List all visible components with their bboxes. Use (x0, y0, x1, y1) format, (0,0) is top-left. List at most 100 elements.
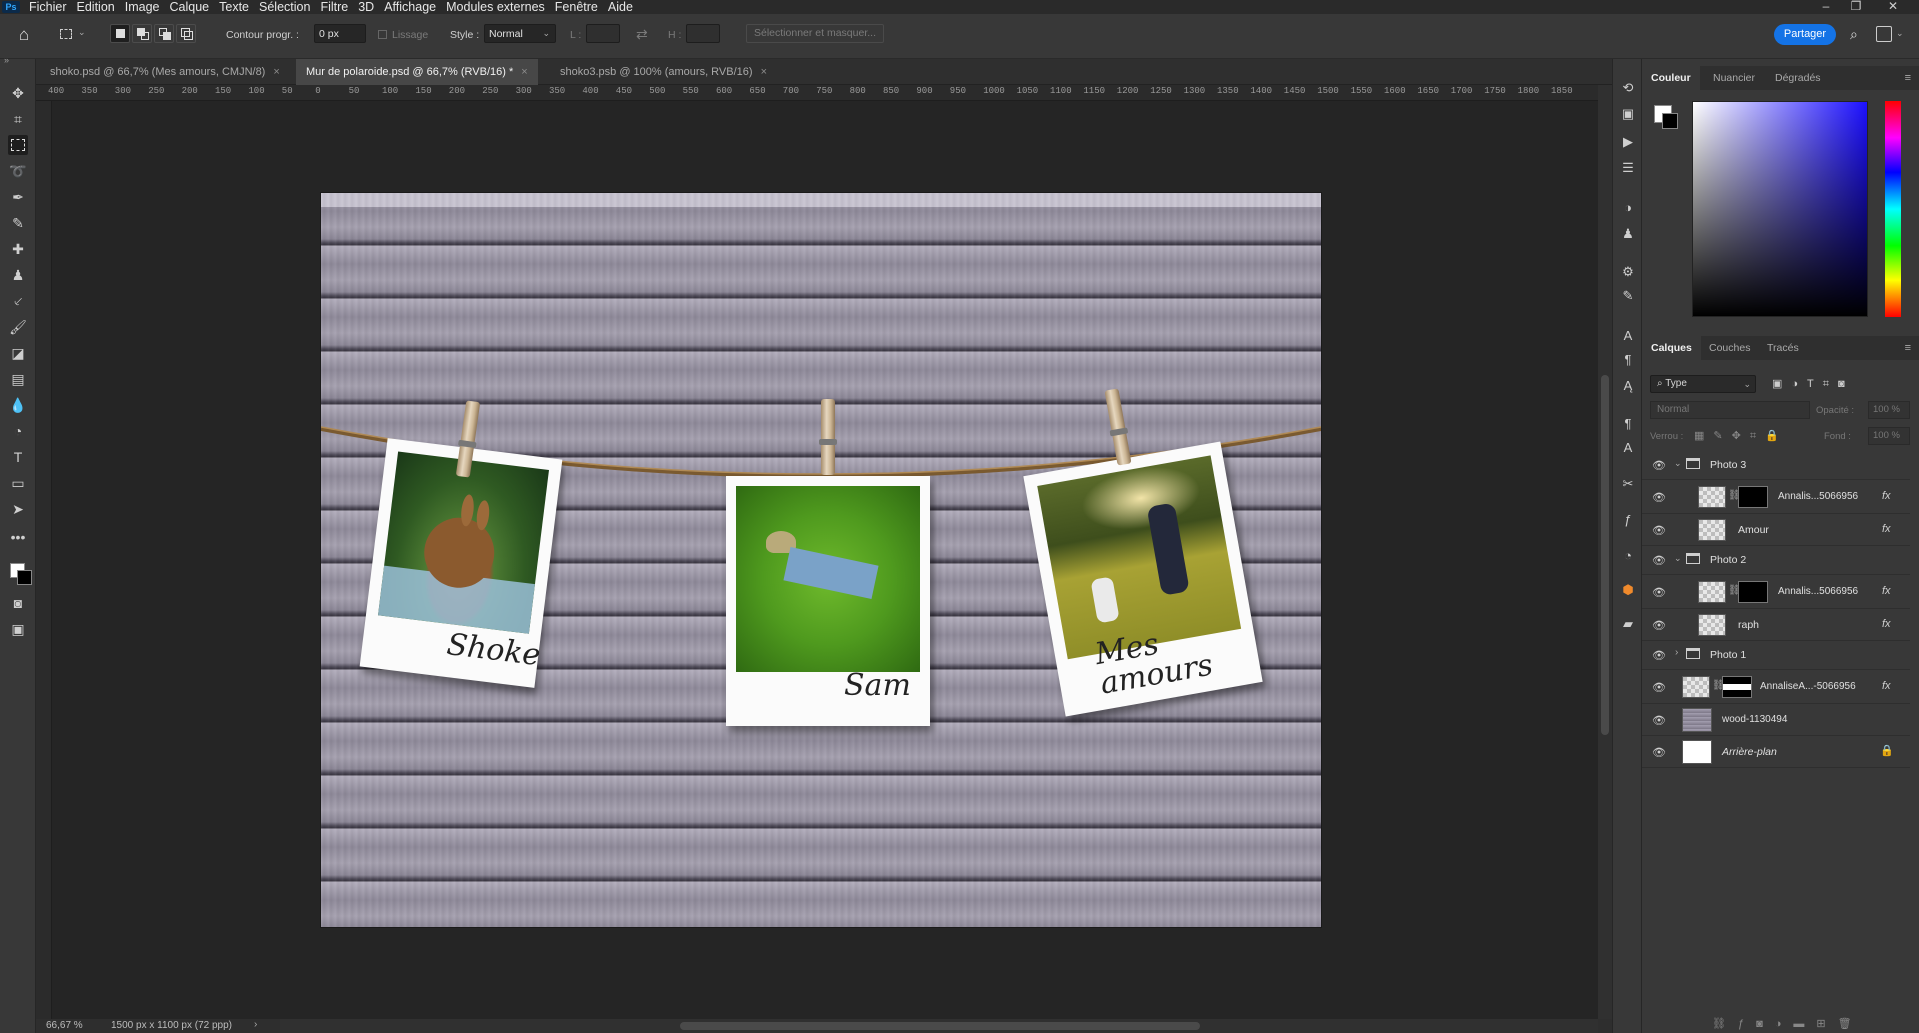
dodge-tool-icon[interactable]: ◔ (8, 421, 28, 441)
select-and-mask-button[interactable]: Sélectionner et masquer... (746, 24, 884, 43)
fill-input[interactable]: 100 % (1868, 427, 1910, 445)
bg-color-swatch[interactable] (1662, 113, 1678, 129)
menu-filtre[interactable]: Filtre (315, 0, 353, 14)
layer-filter-select[interactable]: ⌕ Type ⌄ (1650, 375, 1756, 393)
styles-fx-icon[interactable]: ƒ (1619, 511, 1637, 529)
brushes-icon[interactable]: ✎ (1619, 287, 1637, 305)
layer-row[interactable]: 👁 › Photo 1 (1642, 641, 1910, 670)
chevron-right-icon[interactable]: › (1675, 647, 1678, 658)
layer-row[interactable]: 👁 Amour fx (1642, 514, 1910, 546)
layer-mask-thumbnail[interactable] (1738, 486, 1768, 508)
fx-icon[interactable]: fx (1882, 618, 1891, 630)
layer-row[interactable]: 👁 ⌄ Photo 2 (1642, 546, 1910, 575)
search-icon[interactable]: ⌕ (1850, 26, 1866, 42)
close-window-icon[interactable]: ✕ (1882, 0, 1904, 14)
text-tool-icon[interactable]: T (8, 447, 28, 467)
chevron-down-icon[interactable]: ⌄ (1674, 458, 1682, 469)
eye-icon[interactable]: 👁 (1652, 649, 1666, 662)
healing-brush-icon[interactable]: ✚ (8, 239, 28, 259)
vertical-scrollbar[interactable] (1598, 85, 1612, 1019)
menu-affichage[interactable]: Affichage (379, 0, 441, 14)
menu-image[interactable]: Image (120, 0, 165, 14)
tab-mur-de-polaroide[interactable]: Mur de polaroide.psd @ 66,7% (RVB/16) * × (296, 59, 538, 85)
subtract-selection-button[interactable] (154, 24, 174, 43)
intersect-selection-button[interactable] (176, 24, 196, 43)
scroll-thumb[interactable] (1601, 375, 1609, 735)
collapse-icon[interactable]: » (4, 55, 9, 65)
chevron-down-icon[interactable]: ⌄ (1674, 553, 1682, 564)
menu-fichier[interactable]: Fichier (24, 0, 72, 14)
eye-icon[interactable]: 👁 (1652, 586, 1666, 599)
scroll-thumb[interactable] (680, 1022, 1200, 1030)
hue-slider[interactable] (1885, 101, 1901, 317)
antialias-checkbox[interactable] (378, 30, 387, 39)
zoom-level[interactable]: 66,67 % (46, 1020, 83, 1031)
actions-play-icon[interactable]: ▶ (1619, 133, 1637, 151)
menu-fenetre[interactable]: Fenêtre (550, 0, 603, 14)
pen-tool-icon[interactable]: ✒ (8, 187, 28, 207)
lock-icons[interactable]: ▦✎✥⌗🔒 (1694, 429, 1788, 443)
layer-filter-icons[interactable]: ▣◑T⌗◙ (1772, 377, 1854, 391)
character-styles-icon[interactable]: A (1619, 439, 1637, 457)
character-icon[interactable]: A (1619, 327, 1637, 345)
eye-icon[interactable]: 👁 (1652, 491, 1666, 504)
tab-calques[interactable]: Calques (1642, 336, 1701, 360)
eye-icon[interactable]: 👁 (1652, 681, 1666, 694)
tab-couches[interactable]: Couches (1700, 336, 1759, 360)
crop-tool-icon[interactable]: ⌗ (8, 109, 28, 129)
tab-couleur[interactable]: Couleur (1642, 66, 1700, 90)
layer-mask-thumbnail[interactable] (1738, 581, 1768, 603)
quick-select-tool-icon[interactable]: ✎ (8, 213, 28, 233)
tab-traces[interactable]: Tracés (1758, 336, 1808, 360)
tool-presets-icon[interactable]: ✂ (1619, 475, 1637, 493)
eraser-tool-icon[interactable]: ◪ (8, 343, 28, 363)
properties-icon[interactable]: ⚙ (1619, 263, 1637, 281)
share-button[interactable]: Partager (1774, 24, 1836, 45)
style-select[interactable]: Normal ⌄ (484, 24, 556, 43)
fx-icon[interactable]: fx (1882, 490, 1891, 502)
path-select-icon[interactable]: ➤ (8, 499, 28, 519)
color-field-picker[interactable] (1692, 101, 1868, 317)
menu-aide[interactable]: Aide (603, 0, 638, 14)
3d-cube-icon[interactable]: ⬢ (1619, 581, 1637, 599)
menu-calque[interactable]: Calque (165, 0, 215, 14)
horizontal-scrollbar[interactable] (280, 1019, 1598, 1033)
blend-mode-select[interactable]: Normal (1650, 401, 1810, 419)
close-icon[interactable]: × (521, 66, 527, 78)
plugin-icon[interactable]: ▰ (1619, 615, 1637, 633)
layer-mask-thumbnail[interactable] (1722, 676, 1752, 698)
layer-row[interactable]: 👁 wood-1130494 (1642, 704, 1910, 736)
layer-row[interactable]: 👁 ⛓ Annalis...5066956 fx (1642, 575, 1910, 609)
blur-tool-icon[interactable]: 💧 (8, 395, 28, 415)
workspace-icon[interactable] (1876, 26, 1892, 42)
feather-input[interactable]: 0 px (314, 24, 366, 43)
fx-icon[interactable]: fx (1882, 523, 1891, 535)
add-selection-button[interactable] (132, 24, 152, 43)
layer-row[interactable]: 👁 raph fx (1642, 609, 1910, 641)
panel-menu-icon[interactable]: ≡ (1905, 72, 1911, 84)
layer-row[interactable]: 👁 ⌄ Photo 3 (1642, 451, 1910, 480)
close-icon[interactable]: × (761, 66, 767, 78)
tab-shoko3[interactable]: shoko3.psb @ 100% (amours, RVB/16) × (550, 59, 777, 85)
layer-row[interactable]: 👁 ⛓ Annalis...5066956 fx (1642, 480, 1910, 514)
paragraph-styles-icon[interactable]: ¶ (1619, 415, 1637, 433)
fx-icon[interactable]: fx (1882, 585, 1891, 597)
chevron-right-icon[interactable]: › (254, 1019, 257, 1030)
eye-icon[interactable]: 👁 (1652, 459, 1666, 472)
eye-icon[interactable]: 👁 (1652, 524, 1666, 537)
quick-mask-icon[interactable]: ◙ (8, 593, 28, 613)
fx-icon[interactable]: fx (1882, 680, 1891, 692)
move-tool-icon[interactable]: ✥ (8, 83, 28, 103)
paragraph-icon[interactable]: ¶ (1619, 351, 1637, 369)
menu-selection[interactable]: Sélection (254, 0, 315, 14)
menu-texte[interactable]: Texte (214, 0, 254, 14)
document-canvas[interactable]: Shoke Sam Mes amours (321, 193, 1321, 927)
menu-edition[interactable]: Edition (72, 0, 120, 14)
polaroid-2[interactable]: Sam (726, 476, 930, 726)
background-color-swatch[interactable] (17, 570, 32, 585)
minimize-icon[interactable]: – (1815, 0, 1837, 14)
polaroid-3[interactable]: Mes amours (1023, 441, 1263, 717)
eye-icon[interactable]: 👁 (1652, 619, 1666, 632)
screen-mode-icon[interactable]: ▣ (8, 619, 28, 639)
lasso-tool-icon[interactable]: ➰ (8, 161, 28, 181)
